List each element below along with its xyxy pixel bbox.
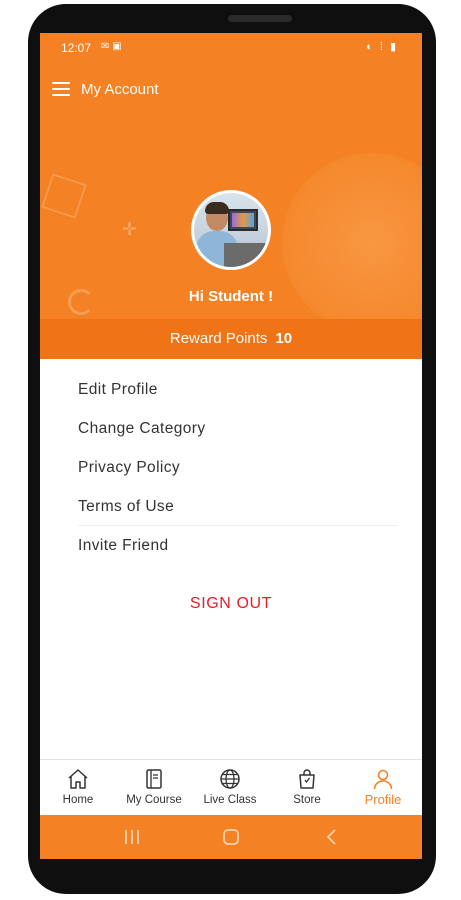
- page-title: My Account: [81, 81, 159, 98]
- nav-item-store[interactable]: Store: [269, 760, 345, 816]
- back-icon[interactable]: [320, 825, 344, 849]
- nav-item-home[interactable]: Home: [40, 760, 116, 816]
- menu-item-invite-friend[interactable]: Invite Friend: [78, 526, 398, 565]
- nav-label-store: Store: [293, 794, 321, 806]
- reward-points-bar: Reward Points 10: [40, 319, 422, 359]
- home-button-icon[interactable]: [219, 825, 243, 849]
- decorative-cube-icon: [41, 173, 87, 219]
- nav-label-profile: Profile: [364, 792, 402, 807]
- profile-header: 12:07 ✉ ▣ ◐ ⁞ ▮ ✛ My Account Hi Student …: [40, 33, 422, 319]
- home-icon: [68, 769, 88, 789]
- notification-icons: ✉ ▣: [101, 41, 122, 52]
- nav-label-live-class: Live Class: [203, 794, 257, 806]
- greeting-text: Hi Student !: [188, 288, 274, 305]
- nav-label-home: Home: [62, 794, 94, 806]
- status-bar: 12:07 ✉ ▣ ◐ ⁞ ▮: [40, 33, 422, 61]
- status-time: 12:07: [61, 41, 92, 55]
- system-navigation-bar: [40, 815, 422, 859]
- reward-points-label: Reward Points: [169, 330, 268, 347]
- sign-out-button[interactable]: SIGN OUT: [40, 595, 422, 613]
- avatar[interactable]: [191, 190, 271, 270]
- recent-apps-icon[interactable]: [120, 825, 144, 849]
- decorative-plus-icon: ✛: [122, 219, 138, 239]
- menu-item-privacy-policy[interactable]: Privacy Policy: [78, 448, 398, 487]
- nav-item-profile[interactable]: Profile: [345, 760, 421, 816]
- avatar-photo: [194, 193, 268, 267]
- nav-label-my-course: My Course: [126, 794, 182, 806]
- menu-item-terms-of-use[interactable]: Terms of Use: [78, 487, 398, 526]
- book-icon: [146, 769, 162, 789]
- nav-item-my-course[interactable]: My Course: [116, 760, 192, 816]
- menu-item-edit-profile[interactable]: Edit Profile: [78, 370, 398, 409]
- shopping-bag-icon: [299, 769, 315, 789]
- system-status-icons: ◐ ⁞ ▮: [366, 41, 398, 53]
- globe-icon: [220, 769, 240, 789]
- bottom-navigation: Home My Course Live Class Store Profile: [40, 759, 422, 815]
- menu-item-change-category[interactable]: Change Category: [78, 409, 398, 448]
- app-screen: 12:07 ✉ ▣ ◐ ⁞ ▮ ✛ My Account Hi Student …: [40, 33, 422, 859]
- hamburger-menu-icon[interactable]: [52, 82, 70, 96]
- app-bar: My Account: [40, 75, 422, 103]
- user-icon: [373, 769, 393, 790]
- nav-item-live-class[interactable]: Live Class: [192, 760, 268, 816]
- reward-points-value: 10: [275, 330, 293, 347]
- phone-speaker: [228, 15, 292, 22]
